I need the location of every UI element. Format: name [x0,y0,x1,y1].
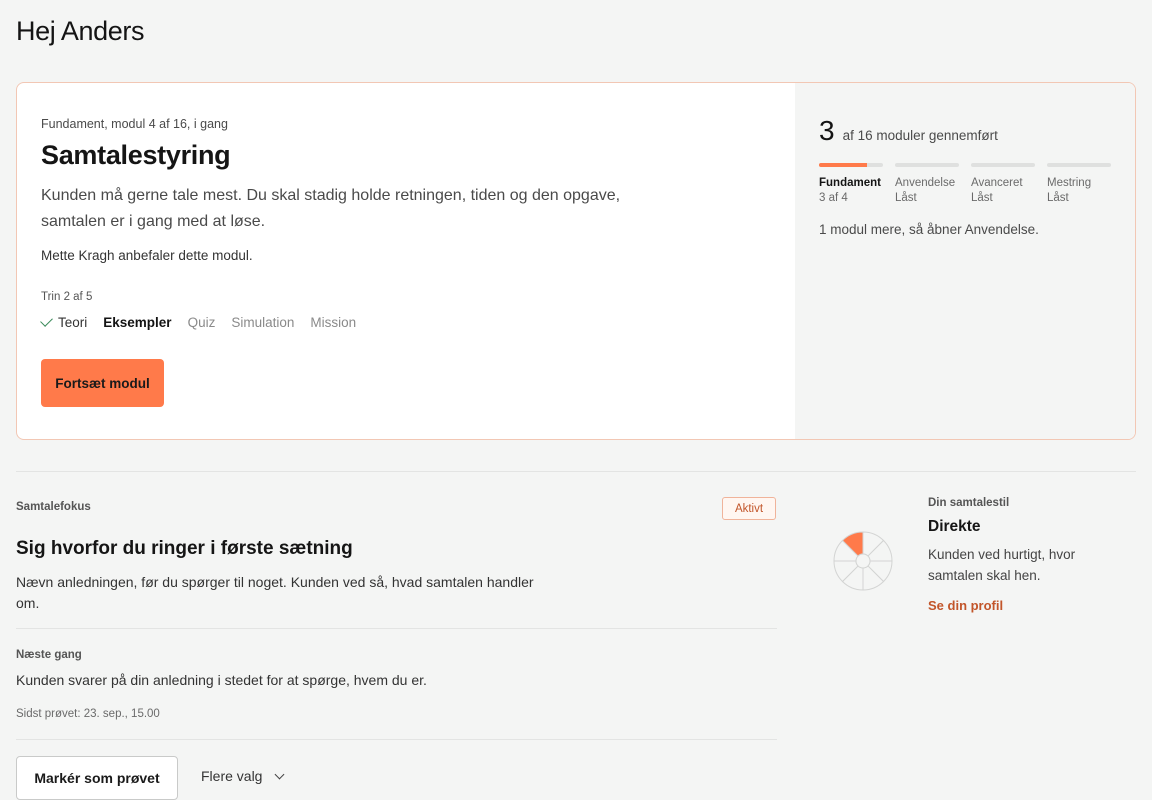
completed-count: 3 [819,115,835,146]
more-options-label: Flere valg [201,768,263,784]
chevron-down-icon [275,769,285,779]
track-mestring[interactable]: Mestring Låst [1047,163,1111,204]
status-badge: Aktivt [722,497,776,520]
next-time-label: Næste gang [16,649,82,661]
focus-label: Samtalefokus [16,501,91,513]
track-name: Avanceret [971,177,1023,189]
track-status: Låst [1047,192,1069,204]
module-recommendation: Mette Kragh anbefaler dette modul. [41,248,253,263]
step-mission[interactable]: Mission [310,315,356,330]
focus-description: Nævn anledningen, før du spørger til nog… [16,574,534,611]
track-name: Anvendelse [895,177,956,189]
level-tracks: Fundament 3 af 4 Anvendelse Låst Avancer… [819,163,1111,204]
more-options-button[interactable]: Flere valg [201,768,285,784]
step-eksempler[interactable]: Eksempler [103,315,171,330]
mark-as-tried-button[interactable]: Markér som prøvet [16,756,178,800]
track-status: 3 af 4 [819,192,848,204]
focus-title: Sig hvorfor du ringer i første sætning [16,538,353,559]
greeting-title: Hej Anders [16,16,145,46]
actions-divider [16,739,777,740]
track-status: Låst [971,192,993,204]
module-title: Samtalestyring [41,140,231,170]
wheel-center [855,553,871,569]
module-steps: Teori Eksempler Quiz Simulation Mission [40,314,771,330]
progress-panel: 3 af 16 moduler gennemført Fundament 3 a… [795,83,1135,439]
see-profile-link[interactable]: Se din profil [928,598,1003,613]
style-label: Din samtalestil [928,497,1010,509]
progress-summary: 3 af 16 moduler gennemført [819,115,1111,147]
track-progress-bar [819,163,883,167]
conversation-style-wheel-icon [833,531,893,591]
track-name: Mestring [1047,177,1092,189]
unlock-note: 1 modul mere, så åbner Anvendelse. [819,222,1039,237]
step-simulation[interactable]: Simulation [231,315,294,330]
track-status: Låst [895,192,917,204]
step-label: Teori [58,315,88,330]
style-name: Direkte [928,518,981,535]
track-progress-bar [895,163,959,167]
module-meta: Fundament, modul 4 af 16, i gang [41,117,228,131]
track-name: Fundament [819,177,881,189]
module-details: Fundament, modul 4 af 16, i gang Samtale… [17,83,795,439]
completed-text: af 16 moduler gennemført [842,128,998,143]
style-description: Kunden ved hurtigt, hvor samtalen skal h… [928,547,1076,583]
step-teori[interactable]: Teori [40,314,88,330]
next-time-text: Kunden svarer på din anledning i stedet … [16,672,427,688]
focus-divider [16,628,777,629]
track-fundament[interactable]: Fundament 3 af 4 [819,163,883,204]
section-divider [16,471,1136,472]
module-description: Kunden må gerne tale mest. Du skal stadi… [41,187,621,230]
track-progress-bar [971,163,1035,167]
continue-module-button[interactable]: Fortsæt modul [41,359,164,407]
check-icon [40,314,53,327]
track-avanceret[interactable]: Avanceret Låst [971,163,1035,204]
track-progress-bar [1047,163,1111,167]
step-count: Trin 2 af 5 [41,291,93,303]
step-quiz[interactable]: Quiz [188,315,216,330]
last-tried-timestamp: Sidst prøvet: 23. sep., 15.00 [16,708,160,720]
track-anvendelse[interactable]: Anvendelse Låst [895,163,959,204]
current-module-card: Fundament, modul 4 af 16, i gang Samtale… [16,82,1136,440]
